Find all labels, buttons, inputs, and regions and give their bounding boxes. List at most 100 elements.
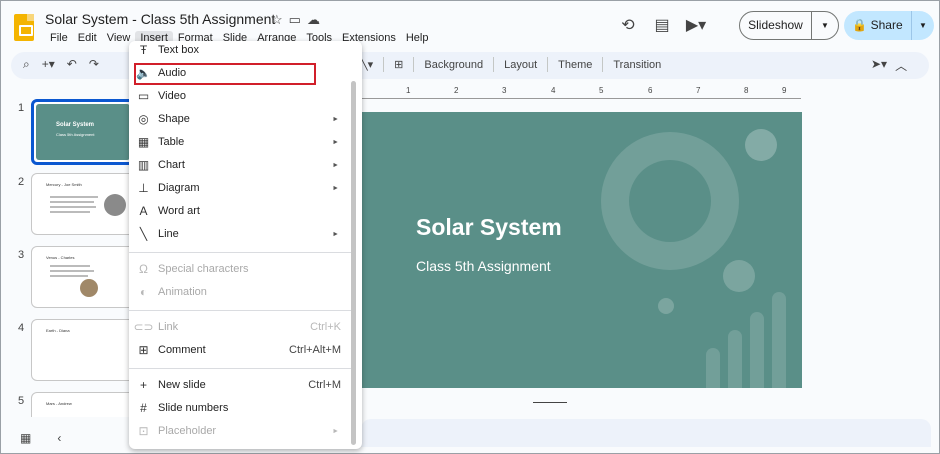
plus-icon: + [139, 378, 147, 392]
menu-item-animation[interactable]: ◐ Animation [129, 281, 351, 303]
menu-item-new-slide[interactable]: + New slide Ctrl+M [129, 374, 351, 396]
transition-button[interactable]: Transition [613, 59, 661, 71]
menu-item-label: Special characters [158, 263, 249, 275]
menu-divider [129, 310, 351, 311]
text-box-icon: Ŧ [139, 43, 148, 57]
menu-item-special-characters[interactable]: Ω Special characters [129, 258, 351, 280]
ruler-label: 5 [599, 86, 604, 95]
pointer-mode-icon[interactable]: ➤▾ [871, 57, 887, 74]
menu-item-label: Slide numbers [158, 402, 229, 414]
thumb-subtitle: Class 5th Assignment [56, 132, 95, 137]
menu-item-label: Animation [158, 286, 207, 298]
omega-icon: Ω [139, 262, 148, 276]
slide-number: 1 [18, 102, 25, 114]
version-history-icon[interactable]: ⟲ [611, 15, 645, 35]
planet-image [80, 279, 98, 297]
new-slide-icon[interactable]: +▾ [42, 57, 55, 72]
meet-video-icon[interactable]: ▶▾ [679, 15, 713, 35]
chart-icon: ▥ [137, 158, 150, 172]
thumb-title: Mars - Andrew [46, 401, 72, 406]
circle-decoration [745, 129, 777, 161]
menu-item-line[interactable]: ╲ Line ► [129, 223, 351, 245]
chevron-down-icon[interactable]: ▼ [812, 21, 838, 30]
slide-title[interactable]: Solar System [416, 214, 562, 241]
redo-icon[interactable]: ↷ [89, 57, 99, 72]
bar-decoration [750, 312, 764, 388]
ruler-label: 8 [744, 86, 749, 95]
menu-item-shape[interactable]: ◎ Shape ► [129, 108, 351, 130]
share-label[interactable]: 🔒 Share [844, 11, 912, 40]
comments-icon[interactable]: ▤ [645, 15, 679, 35]
menu-item-link[interactable]: ⊂⊃ Link Ctrl+K [129, 316, 351, 338]
word-art-icon: A [139, 204, 148, 218]
slide-canvas[interactable]: Solar System Class 5th Assignment [361, 112, 802, 388]
submenu-arrow-icon: ► [332, 115, 339, 123]
menu-item-word-art[interactable]: A Word art [129, 200, 351, 222]
menu-item-chart[interactable]: ▥ Chart ► [129, 154, 351, 176]
ruler-label: 1 [406, 86, 411, 95]
slide-subtitle[interactable]: Class 5th Assignment [416, 258, 551, 274]
shortcut-label: Ctrl+M [308, 379, 341, 391]
line-tool-icon[interactable]: ╲▾ [361, 58, 373, 71]
menu-item-label: Placeholder [158, 425, 217, 437]
document-title[interactable]: Solar System - Class 5th Assignment [45, 11, 275, 27]
slides-logo-icon[interactable] [14, 14, 34, 41]
slide-thumbnail-1[interactable]: Solar System Class 5th Assignment [31, 99, 135, 165]
circle-decoration [723, 260, 755, 292]
slideshow-label[interactable]: Slideshow [740, 12, 812, 39]
speaker-notes-area[interactable] [361, 419, 931, 447]
slide-number: 2 [18, 176, 25, 188]
menu-item-label: Table [158, 136, 185, 148]
menu-item-label: Link [158, 321, 179, 333]
menu-file[interactable]: File [45, 31, 73, 45]
slide-thumbnail-2[interactable]: Mercury - Joe Smith [31, 173, 135, 235]
menu-item-placeholder[interactable]: ⊡ Placeholder ► [129, 420, 351, 442]
undo-icon[interactable]: ↶ [67, 57, 77, 72]
star-icon[interactable]: ☆ [271, 12, 283, 28]
background-button[interactable]: Background [424, 59, 483, 71]
slide-thumbnail-3[interactable]: Venus - Charles [31, 246, 135, 308]
menu-edit[interactable]: Edit [73, 31, 102, 45]
horizontal-ruler: 1 2 3 4 5 6 7 8 9 [361, 86, 801, 99]
link-icon: ⊂⊃ [133, 320, 154, 334]
theme-button[interactable]: Theme [558, 59, 592, 71]
chevron-down-icon[interactable]: ▼ [912, 21, 934, 30]
bar-decoration [706, 348, 720, 388]
search-menus-icon[interactable]: ⌕ [23, 57, 30, 72]
slide-thumbnail-4[interactable]: Earth - Diana [31, 319, 135, 381]
planet-image [104, 194, 126, 216]
menu-divider [129, 252, 351, 253]
submenu-arrow-icon: ► [332, 427, 339, 435]
menu-item-video[interactable]: ▭ Video [129, 85, 351, 107]
menu-item-label: Diagram [158, 182, 200, 194]
slide-thumbnail-5[interactable]: Mars - Andrew [31, 392, 135, 417]
bar-decoration [772, 292, 786, 388]
menu-item-table[interactable]: ▦ Table ► [129, 131, 351, 153]
collapse-toolbar-icon[interactable]: ︿ [895, 57, 907, 74]
share-button[interactable]: 🔒 Share ▼ [844, 11, 934, 40]
menu-item-diagram[interactable]: ⊥ Diagram ► [129, 177, 351, 199]
cloud-status-icon[interactable]: ☁ [307, 12, 320, 28]
grid-view-icon[interactable]: ▦ [20, 431, 31, 445]
menu-divider [129, 368, 351, 369]
slide-number: 3 [18, 249, 25, 261]
layout-button[interactable]: Layout [504, 59, 537, 71]
speaker-notes-handle[interactable] [533, 402, 567, 403]
thumb-title: Solar System [56, 122, 95, 128]
slideshow-button[interactable]: Slideshow ▼ [739, 11, 839, 40]
menu-scrollbar[interactable] [351, 81, 356, 445]
menu-item-label: Shape [158, 113, 190, 125]
menu-item-text-box[interactable]: Ŧ Text box [129, 39, 351, 61]
table-icon: ▦ [137, 135, 150, 149]
move-folder-icon[interactable]: ▭ [289, 12, 301, 28]
slide-number: 5 [18, 395, 25, 407]
shape-icon: ◎ [138, 112, 149, 126]
comment-add-icon[interactable]: ⊞ [394, 58, 403, 71]
menu-item-label: Line [158, 228, 179, 240]
menu-item-slide-numbers[interactable]: # Slide numbers [129, 397, 351, 419]
menu-item-comment[interactable]: ⊞ Comment Ctrl+Alt+M [129, 339, 351, 361]
shortcut-label: Ctrl+K [310, 321, 341, 333]
collapse-filmstrip-icon[interactable]: ‹ [57, 431, 61, 445]
menu-item-label: Chart [158, 159, 185, 171]
menu-help[interactable]: Help [401, 31, 434, 45]
